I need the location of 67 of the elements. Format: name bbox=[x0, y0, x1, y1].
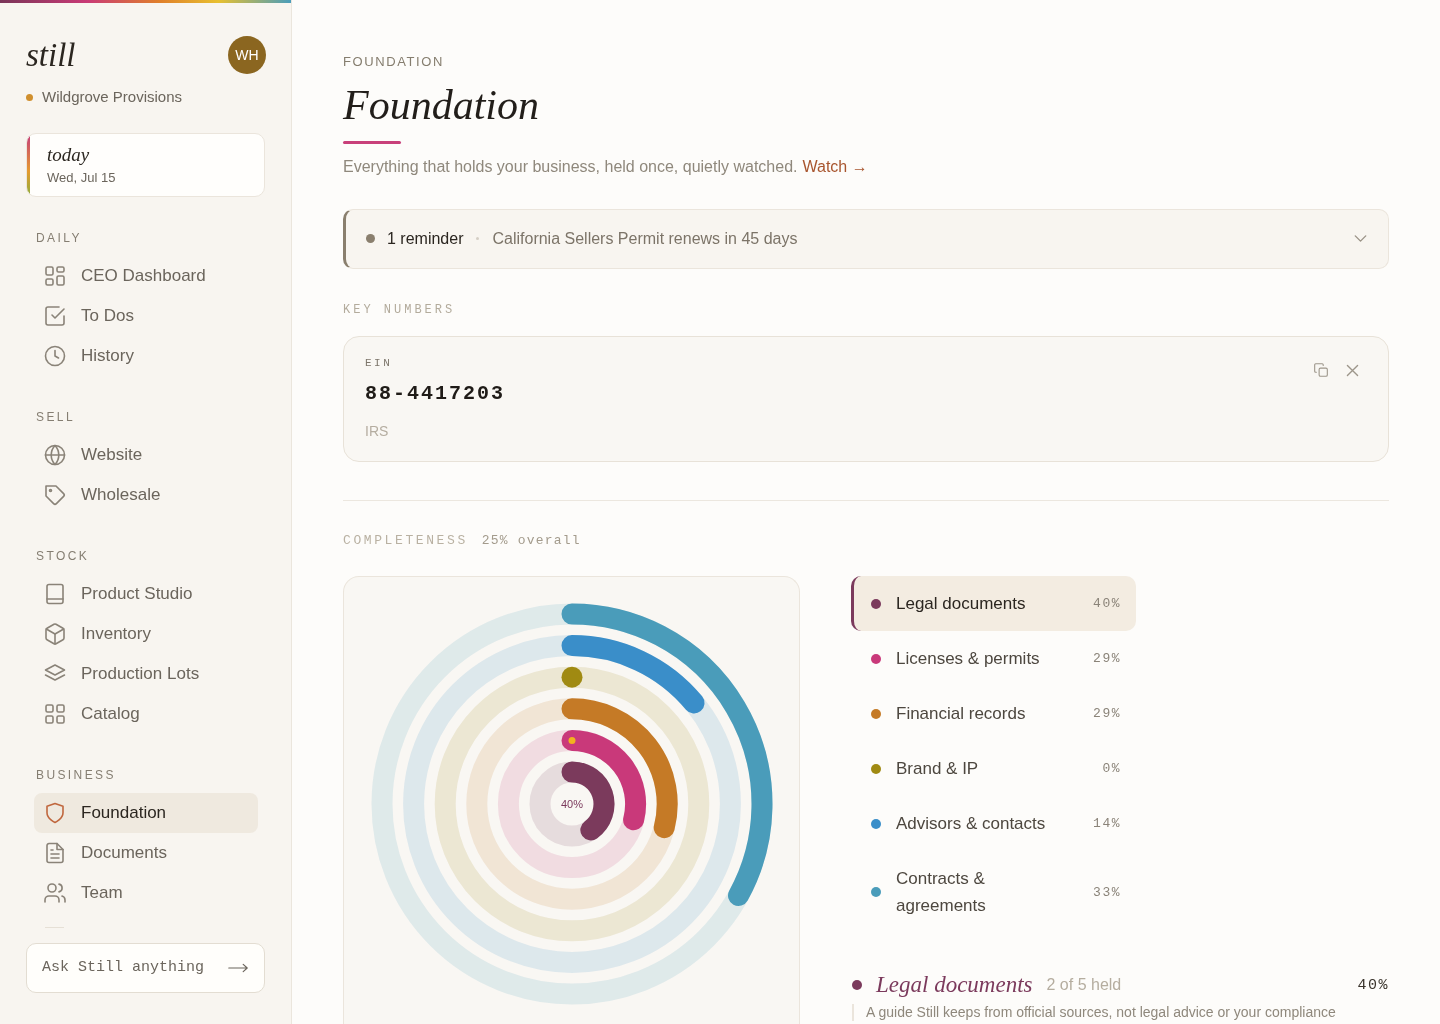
layers-icon bbox=[45, 664, 65, 684]
dot-icon bbox=[26, 93, 33, 101]
nav-item[interactable]: Documents bbox=[34, 833, 258, 873]
key-value: 88-4417203 bbox=[365, 382, 506, 406]
clock-icon bbox=[45, 346, 65, 366]
page-title: Foundation bbox=[343, 81, 540, 129]
section-title: BUSINESS bbox=[35, 767, 117, 783]
workspace-name[interactable]: Wildgrove Provisions bbox=[42, 88, 183, 106]
watch-link[interactable]: Watch → bbox=[802, 157, 868, 175]
page-eyebrow: FOUNDATION bbox=[343, 54, 445, 70]
grid-icon bbox=[45, 704, 65, 724]
nav-item[interactable]: Wholesale bbox=[34, 475, 258, 515]
page-subtitle: Everything that holds your business, held once, quietly watched. Watch → bbox=[343, 156, 869, 177]
key-source: IRS bbox=[365, 422, 390, 440]
nav-item[interactable]: To Dos bbox=[34, 296, 258, 336]
check-square-icon bbox=[45, 306, 65, 326]
today-label: today bbox=[47, 143, 91, 167]
separator-dot-icon bbox=[476, 237, 480, 241]
legend-item[interactable]: Contracts & agreements 33% bbox=[851, 851, 1136, 933]
today-date: Wed, Jul 15 bbox=[47, 169, 117, 186]
legend-item[interactable]: Financial records 29% bbox=[851, 686, 1136, 741]
key-label: EIN bbox=[365, 356, 394, 370]
nav-item[interactable]: Product Studio bbox=[34, 574, 258, 614]
detail-note: A guide Still keeps from official sources, not legal advice or your compliance bbox=[852, 1004, 1389, 1021]
dot-icon bbox=[852, 980, 862, 990]
reminder-text: California Sellers Permit renews in 45 days bbox=[492, 229, 798, 248]
dot-icon bbox=[366, 234, 375, 244]
overall-score: 25% overall bbox=[481, 533, 581, 549]
cube-icon bbox=[45, 624, 65, 644]
logo: still bbox=[26, 36, 76, 75]
reminder-bar[interactable]: 1 reminder California Sellers Permit renews in 45 days bbox=[343, 208, 1389, 269]
close-icon[interactable] bbox=[1347, 364, 1358, 376]
nav-item[interactable]: Catalog bbox=[34, 694, 258, 734]
tag-icon bbox=[45, 485, 65, 505]
avatar[interactable]: WH bbox=[228, 36, 266, 74]
arrow-icon[interactable] bbox=[228, 963, 248, 973]
detail-title: Legal documents bbox=[876, 971, 1033, 999]
ask-field[interactable]: Ask Still anything bbox=[26, 943, 265, 993]
section-title: STOCK bbox=[35, 548, 91, 564]
globe-icon bbox=[45, 445, 65, 465]
shield-icon bbox=[45, 803, 65, 823]
nav-item[interactable]: Team bbox=[34, 873, 258, 913]
legend-item[interactable]: Legal documents 40% bbox=[851, 576, 1136, 631]
detail-percent: 40% bbox=[1357, 976, 1389, 994]
nav-item[interactable]: Production Lots bbox=[34, 654, 258, 694]
book-icon bbox=[45, 584, 65, 604]
chevron-icon[interactable] bbox=[1354, 235, 1367, 243]
rings-center-label: 40% bbox=[560, 798, 583, 810]
legend-item[interactable]: Advisors & contacts 14% bbox=[851, 796, 1136, 851]
section-title: COMPLETENESS bbox=[343, 533, 468, 549]
ask-input[interactable]: Ask Still anything bbox=[42, 958, 220, 978]
people-icon bbox=[45, 883, 65, 903]
nav-item[interactable]: Website bbox=[34, 435, 258, 475]
section-title: KEY NUMBERS bbox=[343, 302, 457, 318]
document-icon bbox=[45, 843, 65, 863]
nav-item[interactable]: Foundation bbox=[34, 793, 258, 833]
nav-item[interactable]: History bbox=[34, 336, 258, 376]
copy-icon[interactable] bbox=[1314, 363, 1328, 377]
section-title: SELL bbox=[35, 409, 76, 425]
reminder-count: 1 reminder bbox=[387, 229, 464, 248]
section-title: DAILY bbox=[35, 230, 83, 246]
nav-item[interactable]: Inventory bbox=[34, 614, 258, 654]
nav-item[interactable]: CEO Dashboard bbox=[34, 256, 258, 296]
legend-item[interactable]: Licenses & permits 29% bbox=[851, 631, 1136, 686]
held-count: 2 of 5 held bbox=[1046, 976, 1122, 994]
legend-item[interactable]: Brand & IP 0% bbox=[851, 741, 1136, 796]
dashboard-icon bbox=[45, 266, 65, 286]
